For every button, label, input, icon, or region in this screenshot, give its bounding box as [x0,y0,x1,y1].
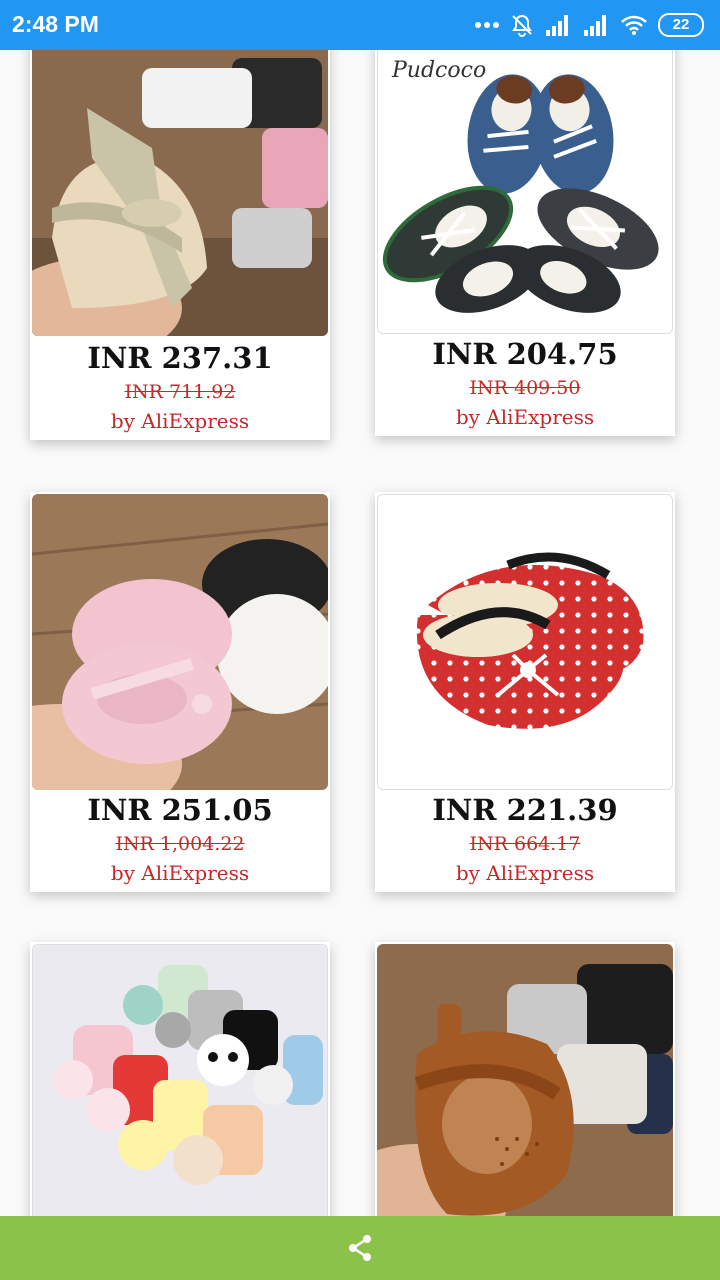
product-original-price: INR 711.92 [124,381,236,403]
product-image-red-dot-shoes[interactable] [377,494,673,790]
product-image-animal-socks[interactable] [32,944,328,1240]
share-icon[interactable] [345,1233,375,1263]
product-price: INR 204.75 [432,337,618,371]
wifi-icon [621,15,647,35]
product-card[interactable]: INR 237.31 INR 711.92 by AliExpress [30,38,330,440]
product-info: INR 251.05 INR 1,004.22 by AliExpress [30,792,330,888]
status-time: 2:48 PM [12,11,99,37]
product-original-price: INR 409.50 [469,377,581,399]
product-card[interactable]: INR 221.39 INR 664.17 by AliExpress [375,492,675,892]
product-original-price: INR 664.17 [469,833,581,855]
product-info: INR 237.31 INR 711.92 by AliExpress [30,340,330,436]
product-card[interactable]: INR 251.05 INR 1,004.22 by AliExpress [30,492,330,892]
product-info: INR 204.75 INR 409.50 by AliExpress [375,336,675,432]
product-image-pink-shoes[interactable] [32,494,328,790]
signal-icon-2 [584,15,606,36]
product-image-boat-shoes[interactable]: Pudcoco [377,38,673,334]
alarm-off-icon [512,14,532,37]
product-seller: by AliExpress [455,405,595,429]
signal-icon [546,15,568,36]
product-seller: by AliExpress [455,861,595,885]
product-grid: INR 237.31 INR 711.92 by AliExpress Pudc… [0,0,720,1280]
more-dots-icon [475,22,499,28]
product-card[interactable] [30,942,330,1242]
product-seller: by AliExpress [110,861,250,885]
status-bar: 2:48 PM 22 [0,0,720,50]
brand-mark: Pudcoco [391,58,486,83]
product-price: INR 251.05 [87,793,273,827]
product-price: INR 237.31 [87,341,273,375]
battery-indicator: 22 [658,13,704,37]
product-price: INR 221.39 [432,793,618,827]
product-image-brown-sandals[interactable] [377,944,673,1240]
product-image-silver-sandals[interactable] [32,38,328,336]
bottom-bar [0,1216,720,1280]
product-card[interactable]: Pudcoco INR 204.75 INR 409.50 by AliExpr… [375,38,675,436]
product-seller: by AliExpress [110,409,250,433]
status-icons: 22 [474,12,704,38]
product-info: INR 221.39 INR 664.17 by AliExpress [375,792,675,888]
product-original-price: INR 1,004.22 [115,833,245,855]
product-card[interactable] [375,942,675,1242]
